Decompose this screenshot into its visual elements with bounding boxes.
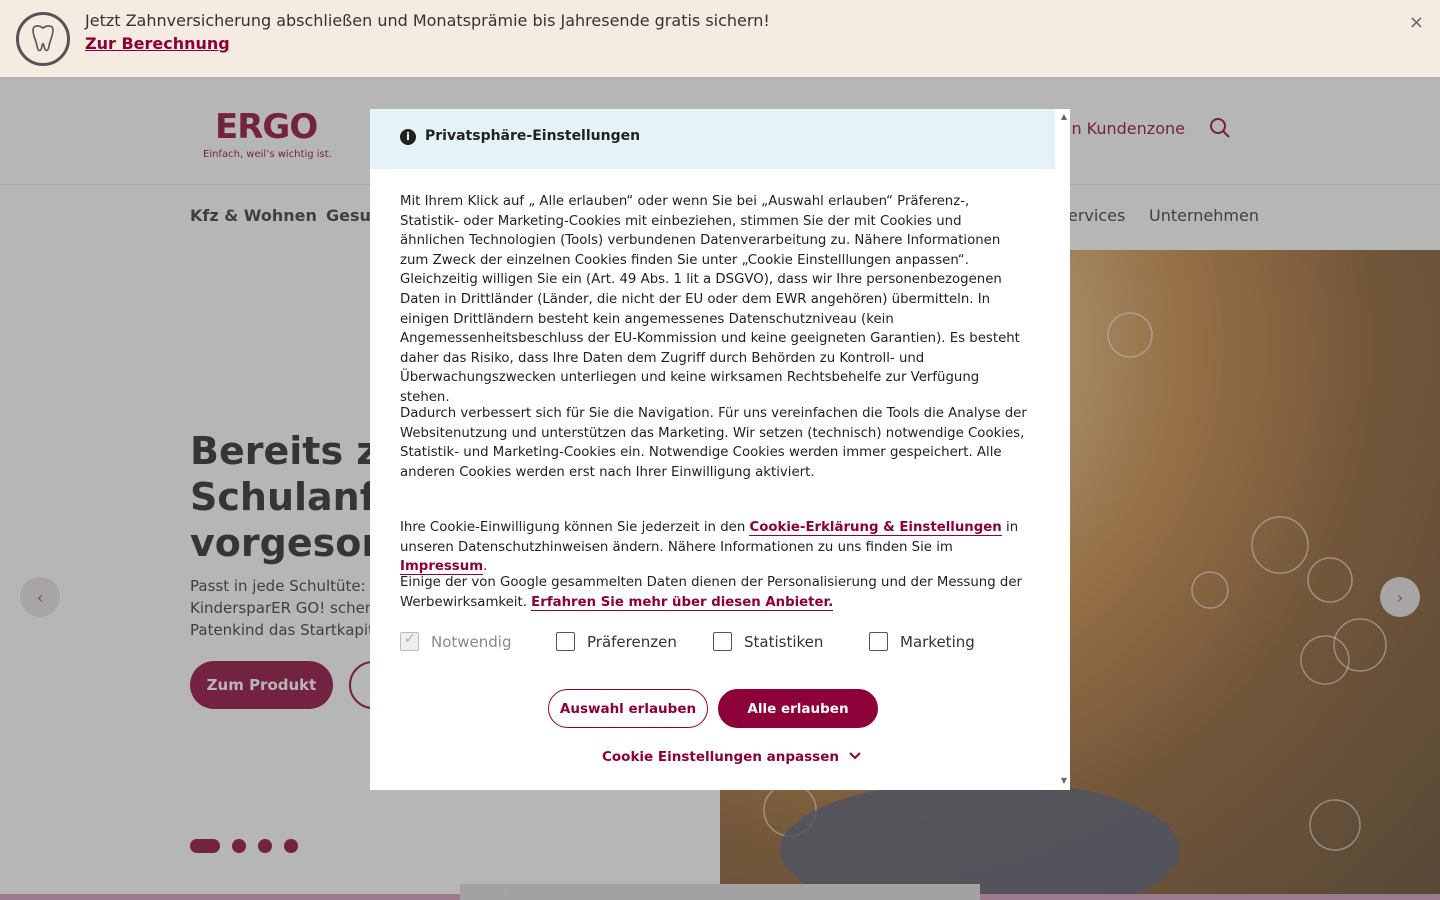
consent-paragraph-4: Einige der von Google gesammelten Daten …	[400, 573, 1030, 612]
checkbox-box	[400, 631, 419, 651]
close-icon[interactable]: ×	[1409, 12, 1424, 33]
consent-paragraph-3: Ihre Cookie-Einwilligung können Sie jede…	[400, 518, 1030, 577]
checkbox-box[interactable]	[869, 632, 888, 651]
consent-text: .	[483, 559, 488, 575]
checkbox-box[interactable]	[713, 632, 732, 651]
scroll-up-icon[interactable]: ▲	[1061, 112, 1067, 121]
promo-banner: Jetzt Zahnversicherung abschließen und M…	[0, 0, 1440, 77]
cookie-settings-link[interactable]: Cookie-Erklärung & Einstellungen	[749, 520, 1002, 536]
consent-paragraph-1: Mit Ihrem Klick auf „ Alle erlauben“ ode…	[400, 194, 1020, 405]
cookie-consent-dialog: i Privatsphäre-Einstellungen ▲ ▼ Mit Ihr…	[370, 109, 1070, 790]
chevron-down-icon	[844, 749, 862, 765]
consent-paragraph-2: Dadurch verbessert sich für Sie die Navi…	[400, 406, 1027, 480]
checkbox-notwendig: Notwendig	[400, 631, 512, 651]
scroll-down-icon[interactable]: ▼	[1061, 776, 1067, 785]
provider-info-link[interactable]: Erfahren Sie mehr über diesen Anbieter.	[531, 594, 834, 611]
auswahl-erlauben-button[interactable]: Auswahl erlauben	[548, 689, 708, 728]
tooth-icon	[16, 12, 70, 66]
banner-text: Jetzt Zahnversicherung abschließen und M…	[85, 11, 770, 30]
cookie-settings-toggle[interactable]: Cookie Einstellungen anpassen	[602, 749, 862, 765]
checkbox-marketing[interactable]: Marketing	[869, 632, 975, 651]
consent-text: Ihre Cookie-Einwilligung können Sie jede…	[400, 520, 750, 535]
alle-erlauben-button[interactable]: Alle erlauben	[718, 689, 878, 728]
dialog-header: i Privatsphäre-Einstellungen	[370, 109, 1055, 169]
checkbox-praeferenzen[interactable]: Präferenzen	[556, 632, 677, 651]
checkbox-label: Notwendig	[431, 632, 512, 651]
banner-link[interactable]: Zur Berechnung	[85, 34, 230, 53]
checkbox-box[interactable]	[556, 632, 575, 651]
checkbox-label: Präferenzen	[587, 632, 677, 651]
checkbox-label: Statistiken	[744, 632, 824, 651]
checkbox-label: Marketing	[900, 632, 975, 651]
checkbox-statistiken[interactable]: Statistiken	[713, 632, 823, 651]
cookie-category-checkboxes: Notwendig Präferenzen Statistiken Market…	[400, 631, 1020, 656]
cookie-settings-toggle-label: Cookie Einstellungen anpassen	[602, 749, 839, 765]
dialog-title: Privatsphäre-Einstellungen	[425, 128, 641, 144]
info-icon: i	[400, 129, 416, 145]
